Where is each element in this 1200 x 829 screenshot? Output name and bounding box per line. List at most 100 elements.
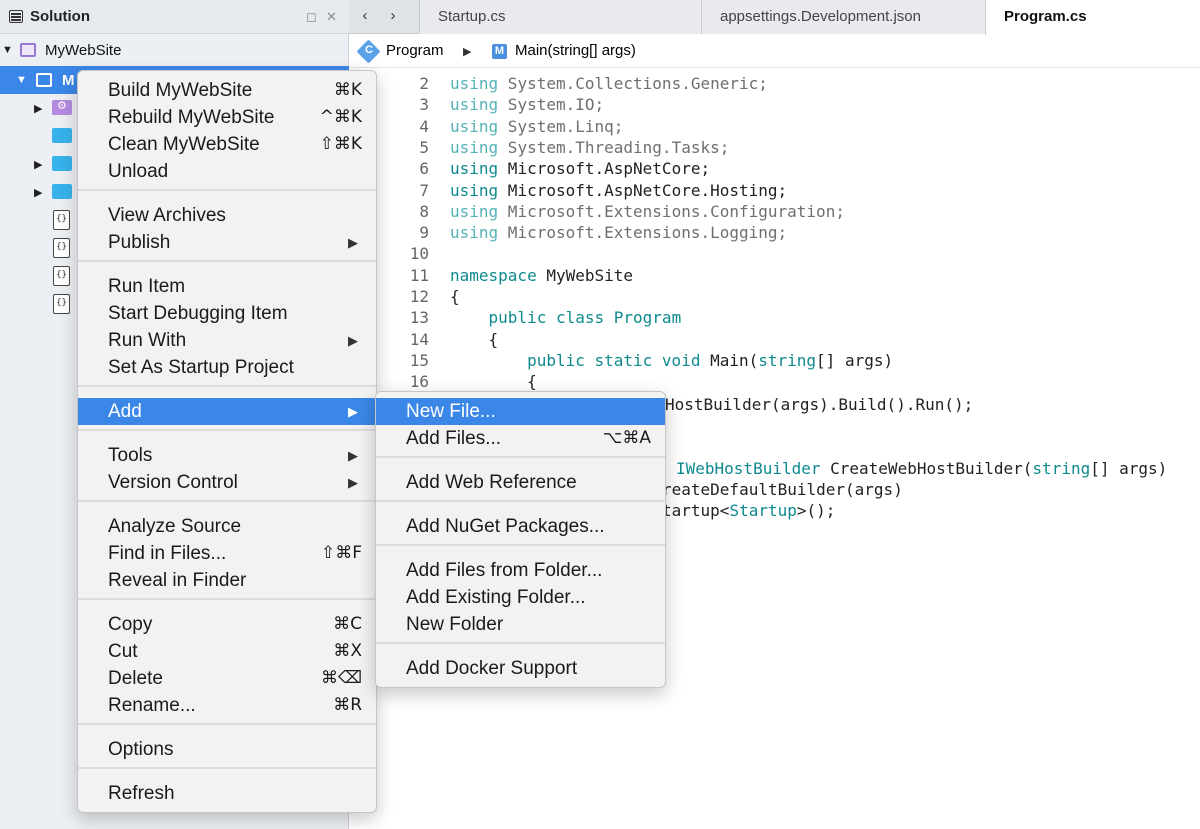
code-fragment: HostBuilder(args).Build().Run(); — [665, 394, 973, 415]
code-text: using System.Linq; — [450, 116, 623, 137]
class-icon-letter: C — [365, 44, 373, 56]
menu-item-add[interactable]: Add ▶ — [78, 398, 376, 425]
menu-item-label: Tools — [108, 445, 153, 466]
menu-separator — [376, 642, 665, 644]
menu-item-set-as-startup-project[interactable]: Set As Startup Project — [78, 354, 376, 381]
solution-expander-icon[interactable]: ▼ — [2, 44, 13, 56]
breadcrumb-method[interactable]: Main(string[] args) — [515, 42, 636, 59]
code-token: namespace — [450, 265, 537, 285]
menu-item-reveal-in-finder[interactable]: Reveal in Finder — [78, 567, 376, 594]
menu-item-label: Version Control — [108, 472, 238, 493]
code-line: 4 using System.Linq; — [349, 116, 1200, 137]
code-token: { — [450, 329, 499, 349]
menu-item-find-in-files[interactable]: Find in Files... ⇧⌘F — [78, 540, 376, 567]
submenu-item-new-file[interactable]: New File... — [376, 398, 665, 425]
cs-file-icon: {} — [53, 294, 70, 314]
menu-separator — [78, 189, 376, 191]
menu-item-label: Refresh — [108, 783, 175, 804]
code-token: Startup — [729, 501, 797, 520]
menu-item-rename[interactable]: Rename... ⌘R — [78, 692, 376, 719]
code-token: using — [450, 223, 499, 243]
project-icon — [36, 73, 52, 87]
line-number: 6 — [419, 159, 429, 179]
code-token: public class — [488, 308, 605, 328]
menu-item-start-debugging-item[interactable]: Start Debugging Item — [78, 300, 376, 327]
menu-item-build-mywebsite[interactable]: Build MyWebSite ⌘K — [78, 77, 376, 104]
code-token: System.IO; — [498, 95, 605, 115]
code-token: Microsoft.AspNetCore; — [498, 159, 711, 179]
menu-item-tools[interactable]: Tools ▶ — [78, 442, 376, 469]
menu-item-cut[interactable]: Cut ⌘X — [78, 638, 376, 665]
line-number: 10 — [409, 244, 429, 264]
code-line: 2 using System.Collections.Generic; — [349, 73, 1200, 94]
close-pad-icon[interactable]: ✕ — [326, 9, 337, 25]
line-number: 8 — [419, 201, 429, 221]
menu-item-rebuild-mywebsite[interactable]: Rebuild MyWebSite ^⌘K — [78, 104, 376, 131]
menu-item-label: Reveal in Finder — [108, 570, 247, 591]
menu-item-label: Run With — [108, 330, 187, 351]
code-text: using Microsoft.Extensions.Configuration… — [450, 201, 845, 222]
menu-item-publish[interactable]: Publish ▶ — [78, 229, 376, 256]
project-expander-icon[interactable]: ▼ — [16, 74, 27, 86]
menu-item-label: Unload — [108, 161, 169, 182]
code-token: [] args) — [1090, 459, 1168, 478]
code-line: 8 using Microsoft.Extensions.Configuratio… — [349, 201, 1200, 222]
submenu-item-add-docker-support[interactable]: Add Docker Support — [376, 655, 665, 682]
menu-item-label: Clean MyWebSite — [108, 134, 260, 155]
menu-item-copy[interactable]: Copy ⌘C — [78, 611, 376, 638]
minimize-pad-icon[interactable]: ◻ — [306, 9, 317, 25]
submenu-item-new-folder[interactable]: New Folder — [376, 611, 665, 638]
solution-pad-icon — [9, 10, 23, 23]
line-number: 3 — [419, 95, 429, 115]
line-number: 16 — [409, 372, 429, 392]
navigate-back-button[interactable]: ‹ — [351, 4, 379, 28]
submenu-item-add-web-reference[interactable]: Add Web Reference — [376, 469, 665, 496]
code-line: 6 using Microsoft.AspNetCore; — [349, 158, 1200, 179]
code-token: Main( — [700, 350, 759, 370]
menu-item-label: Add — [108, 401, 142, 422]
menu-item-run-with[interactable]: Run With ▶ — [78, 327, 376, 354]
menu-item-view-archives[interactable]: View Archives — [78, 202, 376, 229]
solution-name: MyWebSite — [45, 42, 122, 59]
submenu-item-shortcut: ⌥⌘A — [602, 428, 651, 448]
menu-item-delete[interactable]: Delete ⌘⌫ — [78, 665, 376, 692]
submenu-arrow-icon: ▶ — [348, 475, 358, 490]
solution-node[interactable]: ▼ MyWebSite — [0, 36, 349, 64]
navigate-forward-button[interactable]: › — [379, 4, 407, 28]
menu-item-options[interactable]: Options — [78, 736, 376, 763]
menu-item-version-control[interactable]: Version Control ▶ — [78, 469, 376, 496]
folder-expander-icon[interactable]: ▶ — [34, 186, 42, 199]
submenu-item-add-files[interactable]: Add Files... ⌥⌘A — [376, 425, 665, 452]
submenu-item-add-files-from-folder[interactable]: Add Files from Folder... — [376, 557, 665, 584]
code-token: Program — [613, 308, 682, 328]
submenu-item-add-nuget-packages[interactable]: Add NuGet Packages... — [376, 513, 665, 540]
tab-program-cs[interactable]: Program.cs — [985, 0, 1200, 35]
menu-item-run-item[interactable]: Run Item — [78, 273, 376, 300]
tab-startup-cs[interactable]: Startup.cs — [419, 0, 701, 34]
folder-expander-icon[interactable]: ▶ — [34, 158, 42, 171]
json-file-icon: {} — [53, 210, 70, 230]
line-number: 9 — [419, 223, 429, 243]
menu-item-shortcut: ^⌘K — [319, 107, 362, 127]
line-number: 5 — [419, 137, 429, 157]
code-line: 15 public static void Main(string[] args… — [349, 350, 1200, 371]
menu-item-analyze-source[interactable]: Analyze Source — [78, 513, 376, 540]
code-token: using — [450, 201, 499, 221]
code-fragment: reateDefaultBuilder(args) — [662, 479, 903, 500]
code-text: using System.Threading.Tasks; — [450, 137, 729, 158]
breadcrumb-class[interactable]: Program — [386, 42, 444, 59]
code-line: 12 { — [349, 286, 1200, 307]
menu-item-refresh[interactable]: Refresh — [78, 780, 376, 807]
code-token: >(); — [796, 501, 836, 520]
tab-appsettings-development-json[interactable]: appsettings.Development.json — [701, 0, 985, 34]
menu-item-unload[interactable]: Unload — [78, 158, 376, 185]
menu-item-clean-mywebsite[interactable]: Clean MyWebSite ⇧⌘K — [78, 131, 376, 158]
folder-expander-icon[interactable]: ▶ — [34, 102, 42, 115]
solution-pad-title: Solution — [30, 8, 90, 25]
line-number: 13 — [409, 308, 429, 328]
submenu-item-add-existing-folder[interactable]: Add Existing Folder... — [376, 584, 665, 611]
code-fragment: tartup<Startup>(); — [662, 500, 835, 521]
code-token: string — [1032, 459, 1091, 478]
submenu-item-label: Add Docker Support — [406, 658, 578, 679]
code-token: Microsoft.Extensions.Logging; — [498, 223, 788, 243]
